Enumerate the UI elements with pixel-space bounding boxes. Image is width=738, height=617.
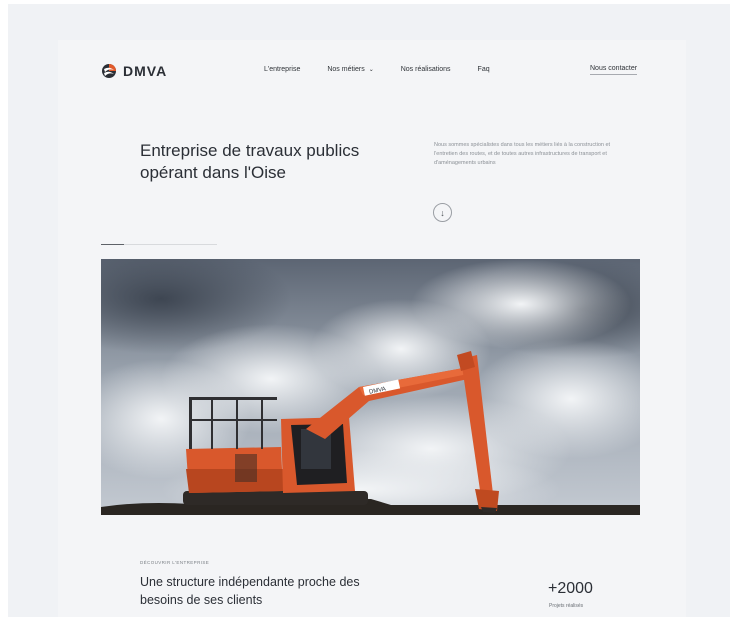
nav-item-label: Faq [477, 66, 490, 73]
hero-image: DMVA [101, 259, 640, 515]
brand-name: DMVA [123, 63, 168, 79]
arrow-down-icon: ↓ [440, 207, 445, 218]
scroll-down-button[interactable]: ↓ [433, 203, 452, 222]
contact-link[interactable]: Nous contacter [590, 65, 638, 75]
nav-item-entreprise[interactable]: L'entreprise [264, 66, 300, 73]
nav-item-label: Nos métiers [327, 66, 365, 73]
hero-title: Entreprise de travaux publics opérant da… [140, 141, 360, 182]
section-eyebrow: Découvrir l'entreprise [140, 560, 210, 565]
logo-mark-icon [102, 64, 116, 78]
section-title: Une structure indépendante proche des be… [140, 575, 360, 607]
logo[interactable]: DMVA [101, 63, 167, 79]
main-nav: L'entreprise Nos métiers ⌄ Nos réalisati… [264, 66, 517, 73]
nav-item-realisations[interactable]: Nos réalisations [401, 66, 451, 73]
nav-item-metiers[interactable]: Nos métiers ⌄ [327, 66, 373, 73]
slider-progress-fill [101, 244, 125, 245]
nav-item-faq[interactable]: Faq [478, 66, 490, 73]
hero-description: Nous sommes spécialistes dans tous les m… [434, 142, 611, 166]
stat-label: Projets réalisés [549, 603, 584, 609]
stat-value: +2000 [548, 580, 593, 597]
page: DMVA L'entreprise Nos métiers ⌄ Nos réal… [8, 4, 730, 617]
chevron-down-icon: ⌄ [368, 67, 374, 73]
nav-item-label: L'entreprise [264, 66, 301, 73]
site-container: DMVA L'entreprise Nos métiers ⌄ Nos réal… [58, 40, 686, 617]
nav-item-label: Nos réalisations [400, 66, 451, 73]
excavator-photo: DMVA [101, 259, 640, 515]
slider-progress [101, 244, 217, 245]
